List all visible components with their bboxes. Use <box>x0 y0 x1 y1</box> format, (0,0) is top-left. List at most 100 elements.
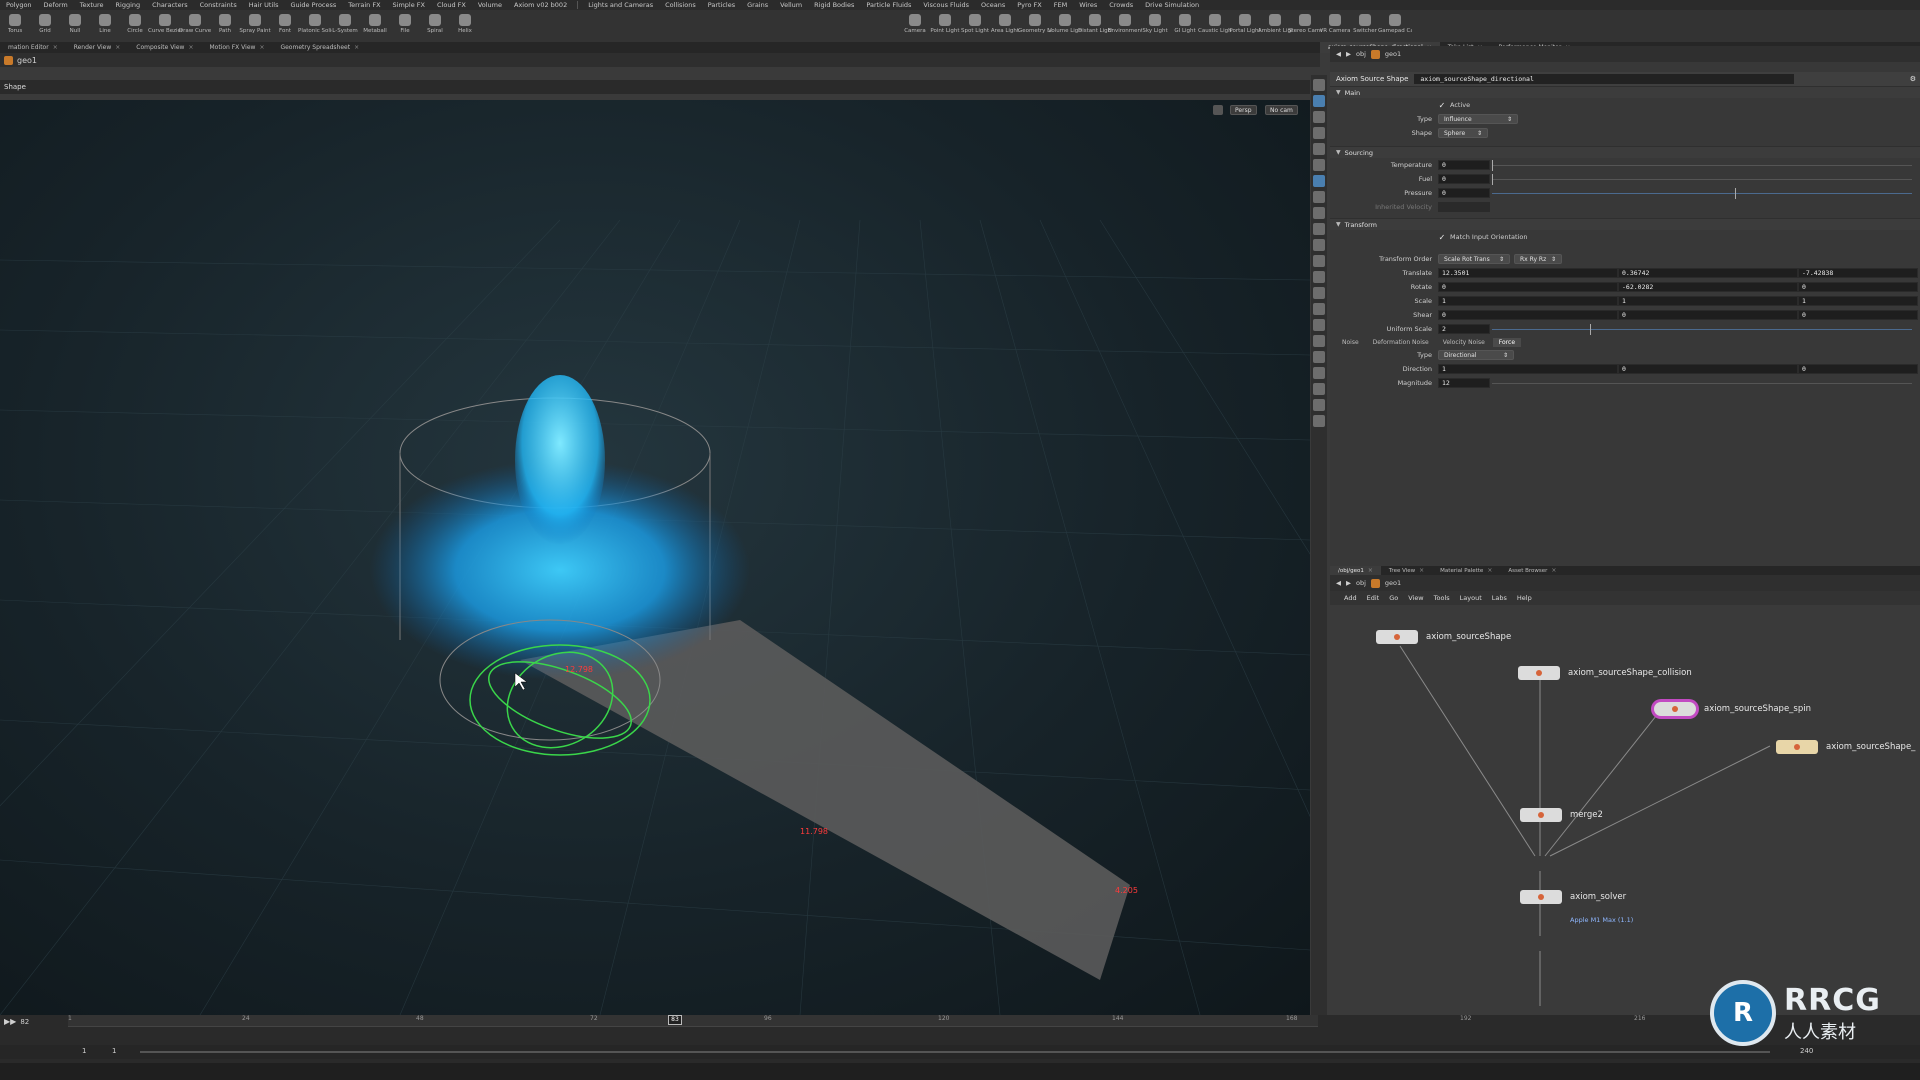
pane-tab[interactable]: Geometry Spreadsheet × <box>272 42 367 53</box>
type-menu[interactable]: Influence ⇕ <box>1438 114 1518 124</box>
menu-item[interactable]: Particles <box>702 1 741 9</box>
menu-item[interactable]: Polygon <box>0 1 38 9</box>
network-menu-item[interactable]: Labs <box>1492 594 1507 602</box>
network-path-geo[interactable]: geo1 <box>1385 579 1401 587</box>
menu-item[interactable]: Constraints <box>194 1 243 9</box>
shelf-tool[interactable]: Ambient Light <box>1258 10 1292 42</box>
shelf-tool[interactable]: Gamepad Camera <box>1378 10 1412 42</box>
params-path-obj[interactable]: obj <box>1356 50 1366 58</box>
shelf-tool[interactable]: Sky Light <box>1140 10 1170 42</box>
translate-y-field[interactable]: 0.36742 <box>1618 268 1798 278</box>
network-menu-item[interactable]: Edit <box>1367 594 1380 602</box>
shear-y-field[interactable]: 0 <box>1618 310 1798 320</box>
close-icon[interactable]: × <box>1419 567 1424 574</box>
shelf-tool[interactable]: Stereo Camera <box>1288 10 1322 42</box>
start2-frame-field[interactable]: 1 <box>112 1047 116 1055</box>
rotate-z-field[interactable]: 0 <box>1798 282 1918 292</box>
section-sourcing[interactable]: ▼ Sourcing <box>1330 146 1920 158</box>
backface-icon[interactable] <box>1313 351 1325 363</box>
shelf-tool[interactable]: File <box>390 10 420 42</box>
handles-icon[interactable] <box>1313 399 1325 411</box>
menu-item[interactable]: Simple FX <box>387 1 431 9</box>
menu-item[interactable]: Crowds <box>1103 1 1139 9</box>
match-orient-checkbox[interactable]: ✓ <box>1438 233 1446 242</box>
menu-item[interactable]: Oceans <box>975 1 1011 9</box>
menu-item[interactable]: Drive Simulation <box>1139 1 1205 9</box>
lock-icon[interactable] <box>1213 105 1223 115</box>
info-icon[interactable] <box>1313 415 1325 427</box>
node-sourceshape[interactable]: axiom_sourceShape <box>1376 630 1511 644</box>
shelf-tool[interactable]: Portal Light <box>1229 10 1261 42</box>
back-arrow-icon[interactable]: ◀ <box>1336 50 1341 58</box>
shelf-tool[interactable]: Circle <box>120 10 150 42</box>
shelf-tool[interactable]: Point Light <box>930 10 960 42</box>
scale-y-field[interactable]: 1 <box>1618 296 1798 306</box>
range-slider[interactable] <box>140 1051 1770 1053</box>
fuel-field[interactable]: 0 <box>1438 174 1490 184</box>
direction-z-field[interactable]: 0 <box>1798 364 1918 374</box>
visualize-icon[interactable] <box>1313 335 1325 347</box>
pane-tab[interactable]: Motion FX View × <box>201 42 272 53</box>
translate-x-field[interactable]: 12.3501 <box>1438 268 1618 278</box>
close-icon[interactable]: × <box>354 44 359 51</box>
menu-item[interactable]: Wires <box>1073 1 1103 9</box>
shelf-tool[interactable]: Null <box>60 10 90 42</box>
section-main[interactable]: ▼ Main <box>1330 86 1920 98</box>
menu-item[interactable]: Terrain FX <box>342 1 386 9</box>
temperature-field[interactable]: 0 <box>1438 160 1490 170</box>
pane-tab[interactable]: /obj/geo1 × <box>1330 566 1381 575</box>
network-path-obj[interactable]: obj <box>1356 579 1366 587</box>
measure-icon[interactable] <box>1313 319 1325 331</box>
menu-item[interactable]: Texture <box>74 1 110 9</box>
subtab-force[interactable]: Force <box>1492 337 1522 347</box>
normals-icon[interactable] <box>1313 287 1325 299</box>
display-icon[interactable] <box>1313 175 1325 187</box>
frame-field[interactable]: 82 <box>20 1018 29 1026</box>
node-sourceshape-directional[interactable]: axiom_sourceShape_ <box>1776 740 1915 754</box>
shelf-tool[interactable]: Path <box>210 10 240 42</box>
view-icon[interactable] <box>1313 143 1325 155</box>
shelf-tool[interactable]: L-System <box>330 10 360 42</box>
close-icon[interactable]: × <box>115 44 120 51</box>
shelf-tool[interactable]: Draw Curve <box>179 10 211 42</box>
network-menu-item[interactable]: Add <box>1344 594 1357 602</box>
primitive-icon[interactable] <box>1313 303 1325 315</box>
rotate-y-field[interactable]: -62.0282 <box>1618 282 1798 292</box>
pane-tab[interactable]: Composite View × <box>128 42 201 53</box>
active-checkbox[interactable]: ✓ <box>1438 101 1446 110</box>
pane-tab[interactable]: Render View × <box>66 42 129 53</box>
ghost-icon[interactable] <box>1313 207 1325 219</box>
shape-menu[interactable]: Sphere ⇕ <box>1438 128 1488 138</box>
close-icon[interactable]: × <box>188 44 193 51</box>
shear-x-field[interactable]: 0 <box>1438 310 1618 320</box>
force-type-menu[interactable]: Directional ⇕ <box>1438 350 1514 360</box>
scale-z-field[interactable]: 1 <box>1798 296 1918 306</box>
node-name-field[interactable]: axiom_sourceShape_directional <box>1414 74 1795 84</box>
network-menu-item[interactable]: Help <box>1517 594 1532 602</box>
snap-icon[interactable] <box>1313 159 1325 171</box>
network-menu-item[interactable]: Layout <box>1460 594 1482 602</box>
start-frame-field[interactable]: 1 <box>82 1047 86 1055</box>
magnitude-field[interactable]: 12 <box>1438 378 1490 388</box>
shelf-tool[interactable]: Caustic Light <box>1198 10 1232 42</box>
temperature-slider[interactable] <box>1492 159 1912 171</box>
shelf-tool[interactable]: Environment Light <box>1108 10 1142 42</box>
camera-menu-button[interactable]: No cam <box>1265 105 1298 115</box>
select-mode-icon[interactable] <box>1313 95 1325 107</box>
shelf-tool[interactable]: VR Camera <box>1320 10 1350 42</box>
params-path-geo[interactable]: geo1 <box>1385 50 1401 58</box>
menu-item[interactable]: Deform <box>38 1 74 9</box>
timeline-ruler[interactable]: 1 24 48 72 96 120 144 168 192 216 83 <box>68 1015 1645 1027</box>
menu-item[interactable]: Rigging <box>110 1 147 9</box>
menu-item[interactable]: Axiom v02 b002 <box>508 1 573 9</box>
menu-item[interactable]: Volume <box>472 1 508 9</box>
direction-y-field[interactable]: 0 <box>1618 364 1798 374</box>
menu-item[interactable]: Cloud FX <box>431 1 472 9</box>
shear-z-field[interactable]: 0 <box>1798 310 1918 320</box>
transform-order-menu[interactable]: Scale Rot Trans ⇕ <box>1438 254 1510 264</box>
menu-item[interactable]: Pyro FX <box>1011 1 1048 9</box>
section-transform[interactable]: ▼ Transform <box>1330 218 1920 230</box>
shelf-tool[interactable]: Curve Bezier <box>148 10 182 42</box>
shelf-tool[interactable]: Platonic Solids <box>298 10 332 42</box>
close-icon[interactable]: × <box>1487 567 1492 574</box>
